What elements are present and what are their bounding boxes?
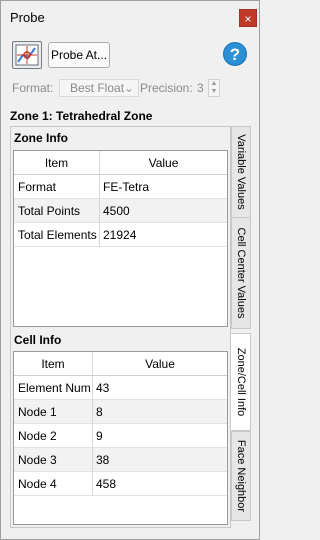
row-value: 458: [96, 477, 117, 491]
row-value: 38: [96, 453, 110, 467]
zone-info-heading: Zone Info: [14, 131, 68, 145]
tab-zone-cell-info[interactable]: Zone/Cell Info: [231, 333, 251, 431]
tab-label: Zone/Cell Info: [235, 347, 247, 417]
probe-tool-button[interactable]: [12, 41, 42, 69]
row-value: 8: [96, 405, 103, 419]
row-value: 4500: [103, 204, 130, 218]
tab-label: Variable Values: [235, 134, 247, 210]
column-header-item[interactable]: Item: [14, 352, 92, 376]
title-bar[interactable]: Probe ×: [1, 1, 259, 33]
cell-info-table: Item Value Element Num 43 Node 1 8 Node …: [13, 351, 228, 525]
column-header-value[interactable]: Value: [100, 151, 227, 175]
tab-cell-center-values[interactable]: Cell Center Values: [231, 217, 251, 329]
table-header-row: Item Value: [14, 151, 227, 175]
table-row[interactable]: Format FE-Tetra: [14, 175, 227, 199]
table-row[interactable]: Node 1 8: [14, 400, 227, 424]
zone-info-table: Item Value Format FE-Tetra Total Points …: [13, 150, 228, 327]
vertical-tab-bar: Variable Values Cell Center Values Zone/…: [231, 126, 252, 521]
table-row[interactable]: Element Num 43: [14, 376, 227, 400]
row-value: 43: [96, 381, 110, 395]
format-options-row: Format: Best Float ⌄ Precision: 3 ▲ ▼: [12, 79, 252, 97]
probe-at-button[interactable]: Probe At...: [48, 42, 110, 68]
chevron-down-icon: ⌄: [123, 81, 134, 95]
probe-window: Probe × Probe At... ? Format: Best Float…: [0, 0, 260, 540]
row-item: Total Points: [18, 204, 81, 218]
precision-label: Precision:: [140, 81, 193, 95]
format-label: Format:: [12, 81, 54, 95]
zone-title: Zone 1: Tetrahedral Zone: [10, 109, 153, 123]
row-value: 21924: [103, 228, 137, 242]
table-row[interactable]: Node 2 9: [14, 424, 227, 448]
precision-spinner[interactable]: ▲ ▼: [208, 79, 220, 97]
row-item: Node 3: [18, 453, 57, 467]
cell-info-heading: Cell Info: [14, 333, 62, 347]
help-icon[interactable]: ?: [223, 42, 247, 66]
zone-cell-info-panel: Zone Info Item Value Format FE-Tetra Tot…: [10, 126, 231, 528]
window-title: Probe: [10, 10, 45, 25]
row-item: Node 2: [18, 429, 57, 443]
tab-label: Cell Center Values: [235, 227, 247, 319]
spin-up-icon[interactable]: ▲: [209, 80, 219, 88]
format-select-value: Best Float: [70, 81, 125, 95]
column-header-item[interactable]: Item: [14, 151, 99, 175]
close-button[interactable]: ×: [239, 9, 257, 27]
table-row[interactable]: Total Elements 21924: [14, 223, 227, 247]
spin-down-icon[interactable]: ▼: [209, 88, 219, 96]
table-row[interactable]: Node 4 458: [14, 472, 227, 496]
tab-label: Face Neighbor: [235, 439, 247, 513]
row-item: Format: [18, 180, 57, 194]
row-item: Node 1: [18, 405, 57, 419]
table-header-row: Item Value: [14, 352, 227, 376]
precision-value[interactable]: 3: [197, 81, 204, 95]
format-select[interactable]: Best Float ⌄: [59, 79, 139, 97]
probe-crosshair-icon: [15, 44, 39, 66]
table-row[interactable]: Total Points 4500: [14, 199, 227, 223]
row-value: FE-Tetra: [103, 180, 150, 194]
row-item: Node 4: [18, 477, 57, 491]
column-header-value[interactable]: Value: [93, 352, 227, 376]
tab-face-neighbor[interactable]: Face Neighbor: [231, 431, 251, 521]
tab-variable-values[interactable]: Variable Values: [231, 126, 251, 218]
row-value: 9: [96, 429, 103, 443]
row-item: Element Num: [18, 381, 91, 395]
table-row[interactable]: Node 3 38: [14, 448, 227, 472]
row-item: Total Elements: [18, 228, 97, 242]
